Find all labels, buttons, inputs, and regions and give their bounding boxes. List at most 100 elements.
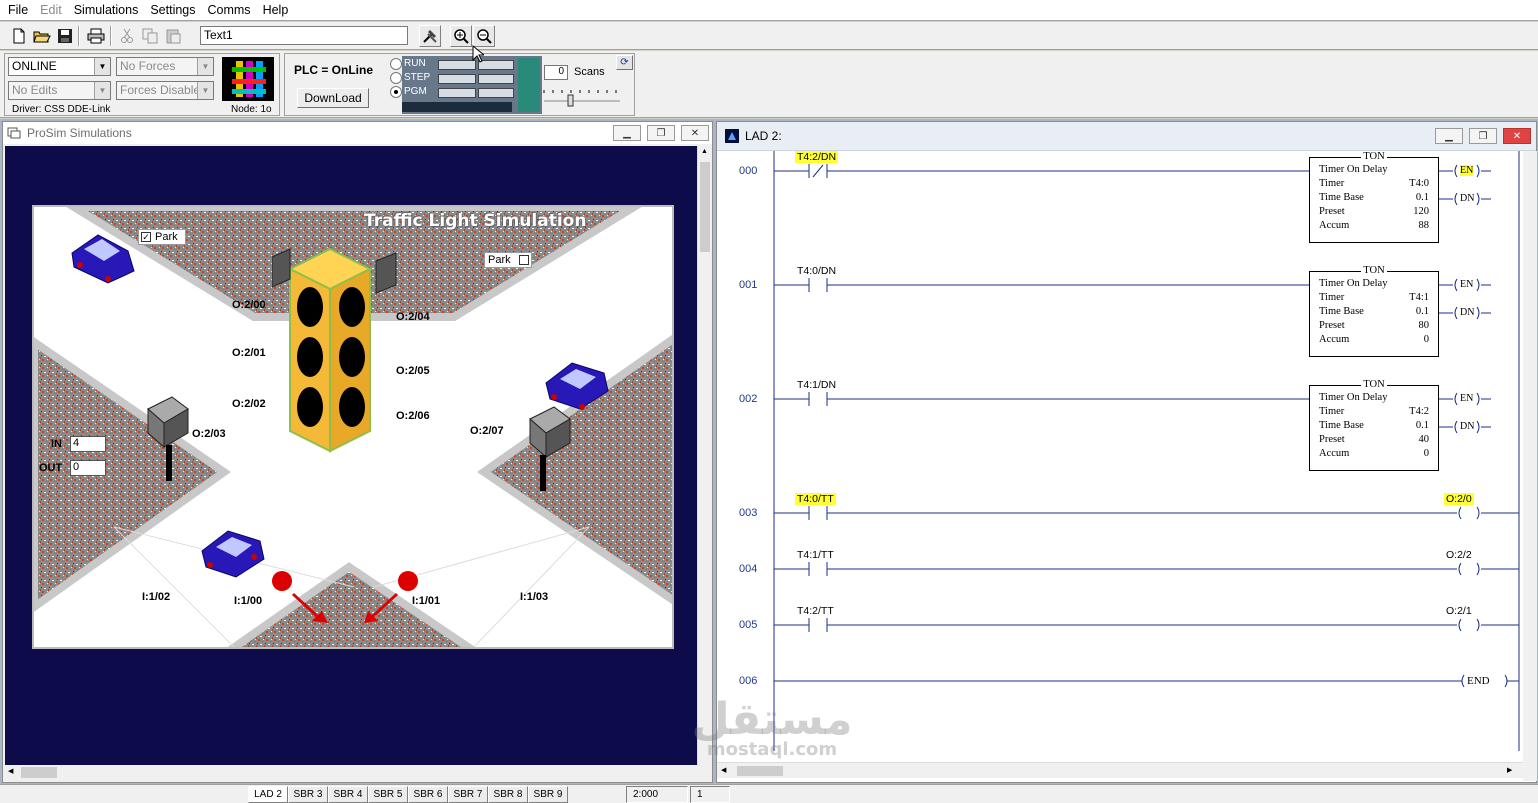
ton-row: Timer On Delay — [1319, 278, 1429, 289]
scroll-left-icon[interactable]: ◀ — [721, 766, 726, 774]
contact-address[interactable]: T4:1/TT — [795, 549, 836, 561]
ton-instruction[interactable]: TON Timer On Delay Timer T4:2 Time Base 0.1 Pr… — [1309, 379, 1439, 471]
status-bar: LAD 2 SBR 3 SBR 4 SBR 5 SBR 6 SBR 7 SBR 8 SBR 9… — [0, 784, 1538, 803]
ton-row-value: 0.1 — [1415, 306, 1429, 317]
minimize-button[interactable]: ▁ — [613, 125, 641, 141]
scroll-left-icon[interactable]: ◀ — [8, 767, 13, 775]
contact-address[interactable]: T4:2/DN — [795, 151, 839, 163]
rung-number[interactable]: 004 — [739, 563, 757, 575]
refresh-icon[interactable]: ⟳ — [616, 55, 633, 70]
text-field[interactable]: Text1 — [200, 26, 408, 45]
tab-sbr-9[interactable]: SBR 9 — [528, 786, 568, 803]
traffic-scene: Traffic Light Simulation ✓ Park Park O:2… — [32, 205, 674, 649]
download-button[interactable]: DownLoad — [297, 88, 369, 108]
save-icon[interactable] — [54, 25, 76, 47]
tab-sbr-4[interactable]: SBR 4 — [328, 786, 368, 803]
count-panel: 1 — [690, 786, 730, 803]
pgm-radio[interactable] — [390, 86, 402, 98]
menu-bar: File Edit Simulations Settings Comms Hel… — [0, 0, 1538, 21]
new-file-icon[interactable] — [8, 25, 30, 47]
tab-sbr-7[interactable]: SBR 7 — [448, 786, 488, 803]
ton-row-value: 40 — [1418, 434, 1430, 445]
contact-address[interactable]: T4:0/TT — [795, 493, 836, 505]
run-radio[interactable] — [390, 58, 402, 70]
forces-enabled-combo[interactable]: Forces Disabled ▼ — [116, 81, 214, 100]
ton-instruction[interactable]: TON Timer On Delay Timer T4:0 Time Base 0.1 Pr… — [1309, 151, 1439, 243]
rung-number[interactable]: 002 — [739, 393, 757, 405]
out-field[interactable]: 0 — [70, 460, 106, 476]
ton-row-label: Timer On Delay — [1319, 164, 1388, 175]
forces-enabled-value: Forces Disabled — [120, 83, 207, 97]
paste-icon[interactable] — [162, 25, 184, 47]
minimize-button[interactable]: ▁ — [1435, 128, 1463, 144]
zoom-out-icon[interactable] — [473, 25, 495, 47]
ton-row-value: T4:1 — [1409, 292, 1429, 303]
forces-combo[interactable]: No Forces ▼ — [116, 57, 214, 76]
chevron-down-icon[interactable]: ▼ — [94, 58, 110, 75]
print-icon[interactable] — [85, 25, 107, 47]
menu-edit[interactable]: Edit — [34, 0, 68, 21]
contact-address[interactable]: T4:0/DN — [795, 265, 838, 277]
copy-icon[interactable] — [139, 25, 161, 47]
menu-simulations[interactable]: Simulations — [68, 0, 145, 21]
ton-row-value: 120 — [1413, 206, 1429, 217]
scan-slider[interactable] — [542, 87, 622, 107]
open-folder-icon[interactable] — [31, 25, 53, 47]
park-left-checkbox[interactable]: ✓ Park — [138, 229, 186, 245]
input-button-icon[interactable] — [270, 569, 330, 625]
tab-sbr-8[interactable]: SBR 8 — [488, 786, 528, 803]
ton-row-value: T4:0 — [1409, 178, 1429, 189]
mode-combo[interactable]: ONLINE ▼ — [8, 57, 111, 76]
coil-address[interactable]: O:2/2 — [1444, 549, 1474, 561]
rung-number[interactable]: 000 — [739, 165, 757, 177]
vertical-scrollbar[interactable]: ▲ — [697, 146, 712, 767]
chevron-down-icon[interactable]: ▼ — [197, 82, 213, 99]
in-field[interactable]: 4 — [70, 436, 106, 452]
rung-number[interactable]: 003 — [739, 507, 757, 519]
step-radio[interactable] — [390, 72, 402, 84]
output-label: O:2/05 — [396, 365, 430, 377]
tab-sbr-6[interactable]: SBR 6 — [408, 786, 448, 803]
zoom-in-icon[interactable] — [450, 25, 472, 47]
menu-file[interactable]: File — [2, 0, 34, 21]
cut-icon[interactable] — [116, 25, 138, 47]
menu-help[interactable]: Help — [257, 0, 295, 21]
scroll-up-icon[interactable]: ▲ — [701, 148, 708, 155]
chevron-down-icon[interactable]: ▼ — [197, 58, 213, 75]
pgm-label: PGM — [404, 86, 427, 97]
rung-number[interactable]: 005 — [739, 619, 757, 631]
edits-combo[interactable]: No Edits ▼ — [8, 81, 111, 100]
coil-address[interactable]: O:2/1 — [1444, 605, 1474, 617]
prosim-window: ProSim Simulations ▁ ❐ ✕ Traffic Light S… — [2, 121, 713, 783]
close-button[interactable]: ✕ — [681, 125, 709, 141]
tab-sbr-5[interactable]: SBR 5 — [368, 786, 408, 803]
scroll-right-icon[interactable]: ▶ — [1507, 766, 1512, 774]
maximize-button[interactable]: ❐ — [647, 125, 675, 141]
maximize-button[interactable]: ❐ — [1469, 128, 1497, 144]
plc-status: PLC = OnLine — [294, 63, 374, 77]
horizontal-scrollbar[interactable]: ◀ ▶ — [717, 762, 1523, 778]
park-right-checkbox[interactable]: Park — [484, 252, 532, 268]
input-label: I:1/01 — [412, 595, 441, 607]
tools-icon[interactable] — [419, 25, 441, 47]
tab-sbr-3[interactable]: SBR 3 — [288, 786, 328, 803]
close-button[interactable]: ✕ — [1503, 128, 1531, 144]
contact-address[interactable]: T4:2/TT — [795, 605, 836, 617]
coil-address[interactable]: O:2/0 — [1444, 493, 1474, 505]
tab-lad-2[interactable]: LAD 2 — [248, 786, 288, 803]
menu-comms[interactable]: Comms — [202, 0, 257, 21]
vertical-scrollbar[interactable] — [1523, 151, 1537, 781]
contact-address[interactable]: T4:1/DN — [795, 379, 838, 391]
ton-instruction[interactable]: TON Timer On Delay Timer T4:1 Time Base 0.1 Pr… — [1309, 265, 1439, 357]
step-label: STEP — [404, 72, 431, 83]
menu-settings[interactable]: Settings — [144, 0, 201, 21]
chevron-down-icon[interactable]: ▼ — [94, 82, 110, 99]
input-label: I:1/00 — [234, 595, 263, 607]
simulation-canvas: Traffic Light Simulation ✓ Park Park O:2… — [5, 146, 698, 766]
park-right-label: Park — [488, 254, 511, 266]
rung-number[interactable]: 006 — [739, 675, 757, 687]
main-toolbar: Text1 — [0, 22, 1538, 50]
horizontal-scrollbar[interactable]: ◀ — [5, 765, 698, 780]
rung-number[interactable]: 001 — [739, 279, 757, 291]
scans-field[interactable]: 0 — [544, 65, 568, 80]
